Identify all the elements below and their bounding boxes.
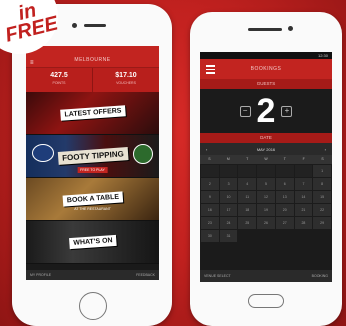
hamburger-menu-icon[interactable] (206, 65, 215, 76)
calendar-day[interactable]: 18 (238, 204, 257, 216)
calendar-day[interactable]: 26 (257, 217, 275, 229)
decrement-button[interactable]: − (239, 105, 251, 117)
date-section-label: DATE (200, 133, 332, 143)
calendar-empty-cell (219, 165, 238, 177)
calendar-day[interactable]: 17 (219, 204, 238, 216)
calendar-day[interactable]: 10 (219, 191, 238, 203)
points-value: 427.5 (50, 72, 68, 79)
book-a-table-sub: AT THE RESTAURANT (74, 207, 111, 211)
front-camera (72, 23, 77, 28)
calendar-day[interactable]: 3 (219, 178, 238, 190)
android-screen: 12:30 BOOKINGS GUESTS − 2 + DATE ‹ MAY 2… (200, 52, 332, 282)
weekday-label: F (302, 157, 305, 161)
calendar-day[interactable]: 5 (257, 178, 275, 190)
increment-button[interactable]: + (281, 105, 293, 117)
app-header: ≡ MELBOURNE (26, 53, 159, 67)
whats-on-tile[interactable]: WHAT'S ON (26, 221, 159, 264)
calendar-day[interactable]: 31 (219, 230, 238, 242)
book-a-table-tile[interactable]: BOOK A TABLE AT THE RESTAURANT (26, 178, 159, 221)
calendar-empty-cell (257, 165, 275, 177)
weekday-row: S M T W T F S (200, 155, 332, 164)
calendar-day[interactable]: 21 (294, 204, 313, 216)
calendar-empty-cell (201, 165, 219, 177)
calendar-empty-cell (275, 165, 294, 177)
calendar-day[interactable]: 4 (238, 178, 257, 190)
calendar-day[interactable]: 15 (313, 191, 331, 203)
calendar-day[interactable]: 25 (238, 217, 257, 229)
calendar-day[interactable]: 2 (201, 178, 219, 190)
android-device: 12:30 BOOKINGS GUESTS − 2 + DATE ‹ MAY 2… (190, 12, 342, 326)
calendar-day[interactable]: 19 (257, 204, 275, 216)
booking-link[interactable]: BOOKING (312, 270, 328, 282)
guests-section-label: GUESTS (200, 79, 332, 89)
latest-offers-tile[interactable]: LATEST OFFERS (26, 92, 159, 135)
home-button[interactable] (79, 292, 107, 320)
iphone-screen: ≡ MELBOURNE 427.5 POINTS $17.10 VOUCHERS… (26, 46, 159, 280)
calendar-day[interactable]: 9 (201, 191, 219, 203)
app-header-title: BOOKINGS (250, 66, 282, 72)
venue-select-link[interactable]: VENUE SELECT (204, 270, 231, 282)
vouchers-label: VOUCHERS (116, 81, 136, 85)
book-a-table-label: BOOK A TABLE (62, 191, 123, 207)
weekday-label: S (321, 157, 324, 161)
footy-tipping-label: FOOTY TIPPING (57, 147, 128, 165)
guests-count: 2 (256, 92, 276, 130)
calendar-day[interactable]: 14 (294, 191, 313, 203)
weekday-label: M (226, 157, 230, 161)
calendar-day[interactable]: 16 (201, 204, 219, 216)
status-bar (26, 46, 159, 53)
calendar-day[interactable]: 30 (201, 230, 219, 242)
weekday-label: T (246, 157, 249, 161)
stats-bar: 427.5 POINTS $17.10 VOUCHERS (26, 67, 159, 92)
points-stat[interactable]: 427.5 POINTS (26, 68, 92, 92)
front-camera (288, 26, 293, 31)
calendar-day[interactable]: 20 (275, 204, 294, 216)
points-label: POINTS (52, 81, 66, 85)
calendar-empty-cell (294, 165, 313, 177)
whats-on-label: WHAT'S ON (68, 234, 117, 250)
prev-month-button[interactable]: ‹ (206, 147, 207, 152)
guests-stepper: − 2 + (200, 89, 332, 133)
app-header: BOOKINGS (200, 59, 332, 79)
home-button[interactable] (248, 294, 284, 308)
calendar-day[interactable]: 11 (238, 191, 257, 203)
calendar-day[interactable]: 13 (275, 191, 294, 203)
footy-tipping-tile[interactable]: FOOTY TIPPING FREE TO PLAY (26, 135, 159, 178)
calendar-header: ‹ MAY 2016 › (200, 143, 332, 155)
feedback-link[interactable]: FEEDBACK (136, 270, 155, 280)
latest-offers-label: LATEST OFFERS (59, 105, 126, 121)
calendar-day[interactable]: 22 (313, 204, 331, 216)
calendar-day[interactable]: 28 (294, 217, 313, 229)
weekday-label: S (208, 157, 211, 161)
calendar-day[interactable]: 6 (275, 178, 294, 190)
calendar-empty-cell (238, 165, 257, 177)
android-footer: VENUE SELECT BOOKING (200, 270, 332, 282)
calendar-day[interactable]: 29 (313, 217, 331, 229)
iphone-device: ≡ MELBOURNE 427.5 POINTS $17.10 VOUCHERS… (12, 4, 172, 326)
vouchers-value: $17.10 (115, 72, 137, 79)
earpiece-speaker (84, 24, 106, 27)
next-month-button[interactable]: › (325, 147, 326, 152)
status-bar: 12:30 (200, 52, 332, 59)
calendar-day[interactable]: 23 (201, 217, 219, 229)
afl-logo-icon (32, 144, 54, 162)
vouchers-stat[interactable]: $17.10 VOUCHERS (92, 68, 159, 92)
nrl-logo-icon (133, 144, 153, 164)
calendar-day[interactable]: 8 (313, 178, 331, 190)
calendar-day[interactable]: 24 (219, 217, 238, 229)
earpiece-speaker (248, 28, 282, 31)
weekday-label: W (264, 157, 268, 161)
calendar-day[interactable]: 27 (275, 217, 294, 229)
profile-link[interactable]: MY PROFILE (30, 270, 51, 280)
menu-icon[interactable]: ≡ (30, 56, 34, 70)
footy-tipping-sub: FREE TO PLAY (77, 167, 108, 173)
iphone-footer: MY PROFILE FEEDBACK (26, 270, 159, 280)
app-header-title: MELBOURNE (74, 57, 111, 63)
calendar-day[interactable]: 12 (257, 191, 275, 203)
month-label: MAY 2016 (256, 146, 276, 152)
weekday-label: T (283, 157, 286, 161)
calendar-day[interactable]: 7 (294, 178, 313, 190)
calendar-day[interactable]: 1 (313, 165, 331, 177)
calendar-grid: 1 2 3 4 5 6 7 8 9 10 11 12 13 14 15 16 17 18 19 20 21 22 23 24 2… (200, 164, 332, 243)
